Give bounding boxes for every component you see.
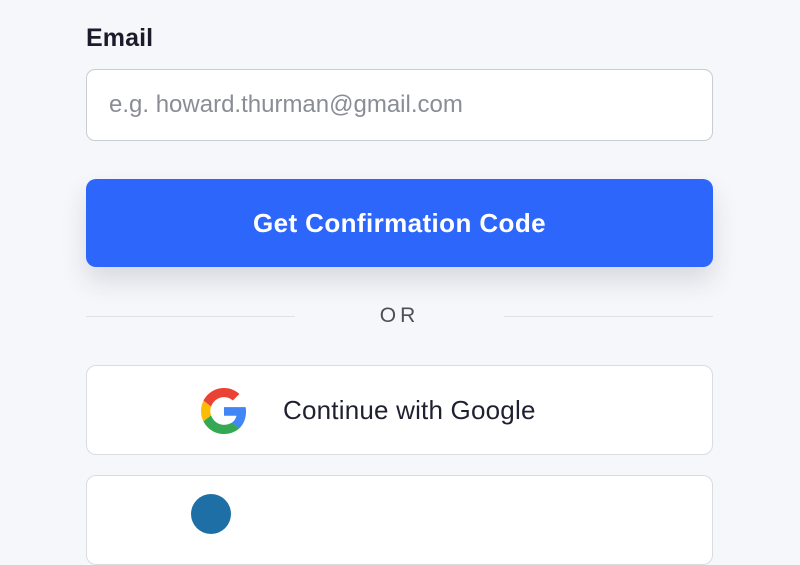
continue-with-google-button[interactable]: Continue with Google [86,365,713,455]
provider-icon [191,494,231,534]
email-field[interactable] [86,69,713,141]
get-confirmation-code-button[interactable]: Get Confirmation Code [86,179,713,267]
continue-with-provider-button[interactable] [86,475,713,565]
divider-line-right [504,316,713,317]
continue-with-google-label: Continue with Google [283,395,536,425]
or-divider: OR [86,300,713,334]
email-label: Email [86,24,154,52]
signin-form: Email Get Confirmation Code OR Continue … [86,0,713,565]
google-icon [201,388,247,434]
